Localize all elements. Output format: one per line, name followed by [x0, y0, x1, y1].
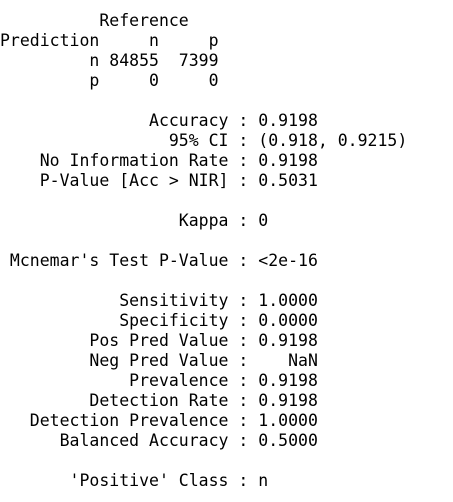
- prediction-column-header: Prediction n p: [0, 31, 219, 50]
- matrix-row-p: p 0 0: [0, 71, 219, 90]
- prevalence-line: Prevalence : 0.9198: [0, 371, 318, 390]
- p-value-acc-nir-line: P-Value [Acc > NIR] : 0.5031: [0, 171, 318, 190]
- matrix-row-n: n 84855 7399: [0, 51, 219, 70]
- kappa-line: Kappa : 0: [0, 211, 269, 230]
- sensitivity-line: Sensitivity : 1.0000: [0, 291, 318, 310]
- balanced-accuracy-line: Balanced Accuracy : 0.5000: [0, 431, 318, 450]
- accuracy-line: Accuracy : 0.9198: [0, 111, 318, 130]
- specificity-line: Specificity : 0.0000: [0, 311, 318, 330]
- console-output: Reference Prediction n p n 84855 7399 p …: [0, 0, 453, 502]
- reference-header: Reference: [0, 11, 189, 30]
- positive-class-line: 'Positive' Class : n: [0, 471, 269, 490]
- neg-pred-value-line: Neg Pred Value : NaN: [0, 351, 318, 370]
- no-information-rate-line: No Information Rate : 0.9198: [0, 151, 318, 170]
- pos-pred-value-line: Pos Pred Value : 0.9198: [0, 331, 318, 350]
- ci-95-line: 95% CI : (0.918, 0.9215): [0, 131, 408, 150]
- detection-rate-line: Detection Rate : 0.9198: [0, 391, 318, 410]
- detection-prevalence-line: Detection Prevalence : 1.0000: [0, 411, 318, 430]
- mcnemar-line: Mcnemar's Test P-Value : <2e-16: [0, 251, 318, 270]
